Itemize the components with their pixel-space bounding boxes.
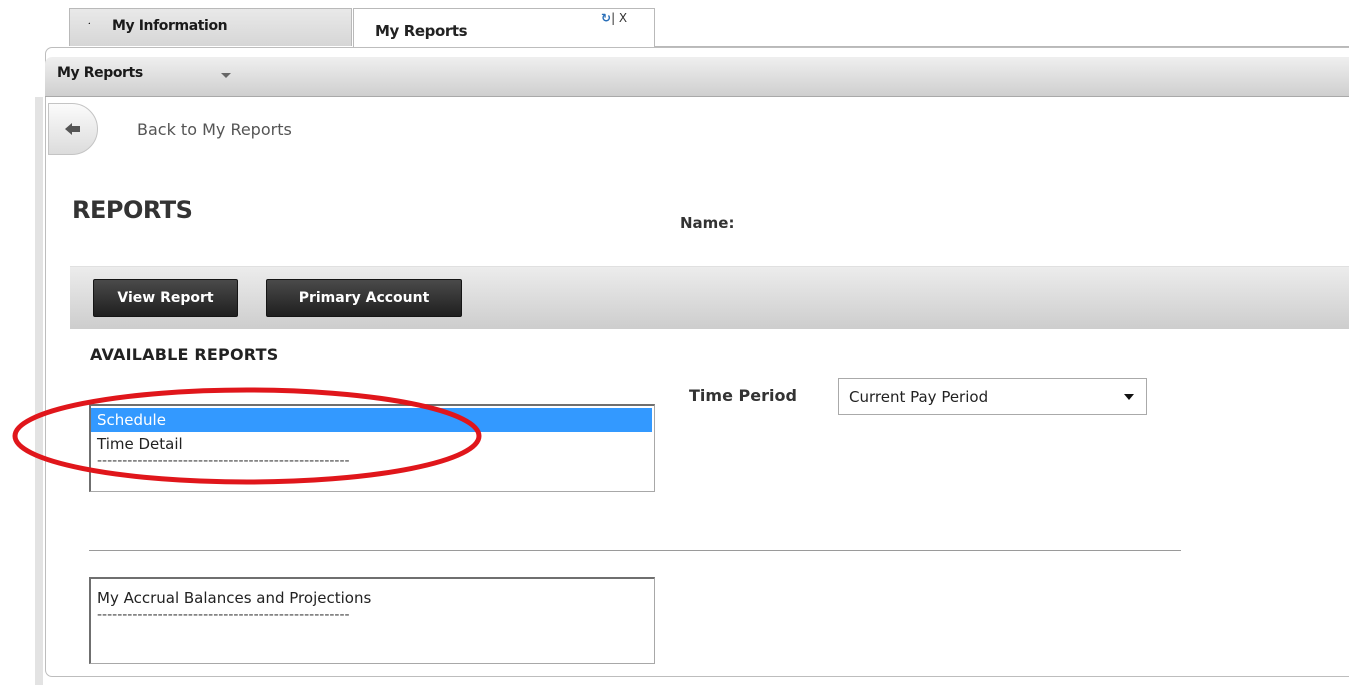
refresh-icon[interactable]: ↻ <box>601 11 611 25</box>
subnav-my-reports[interactable]: My Reports <box>57 65 143 81</box>
report-listbox-accruals[interactable]: My Accrual Balances and Projections ----… <box>89 577 655 664</box>
available-reports-heading: AVAILABLE REPORTS <box>90 345 279 364</box>
chevron-down-icon[interactable] <box>221 73 231 78</box>
tab-my-information-label: My Information <box>112 18 228 34</box>
tab-controls: ↻| X <box>601 11 627 25</box>
tab-my-reports-label: My Reports <box>375 22 468 40</box>
close-icon[interactable]: | X <box>611 11 627 25</box>
section-divider <box>89 550 1181 551</box>
view-report-button[interactable]: View Report <box>93 279 238 317</box>
time-period-label: Time Period <box>689 386 797 405</box>
annotation-ellipse <box>12 387 482 485</box>
list-separator: ----------------------------------------… <box>97 607 350 623</box>
time-period-value: Current Pay Period <box>849 388 989 406</box>
back-to-my-reports-link[interactable]: Back to My Reports <box>137 120 292 139</box>
page-title: REPORTS <box>72 196 193 224</box>
chevron-down-icon <box>1124 394 1134 400</box>
name-label: Name: <box>680 214 735 232</box>
time-period-select[interactable]: Current Pay Period <box>838 378 1147 415</box>
back-arrow-icon <box>65 123 80 135</box>
subnav-bar: My Reports <box>45 57 1349 97</box>
tab-my-information[interactable]: My Information <box>69 8 352 46</box>
tab-my-reports[interactable]: My Reports ↻| X <box>353 8 655 47</box>
back-button[interactable] <box>48 103 98 155</box>
home-icon <box>88 22 90 25</box>
primary-account-button[interactable]: Primary Account <box>266 279 462 317</box>
report-toolbar: View Report Primary Account <box>70 266 1349 329</box>
